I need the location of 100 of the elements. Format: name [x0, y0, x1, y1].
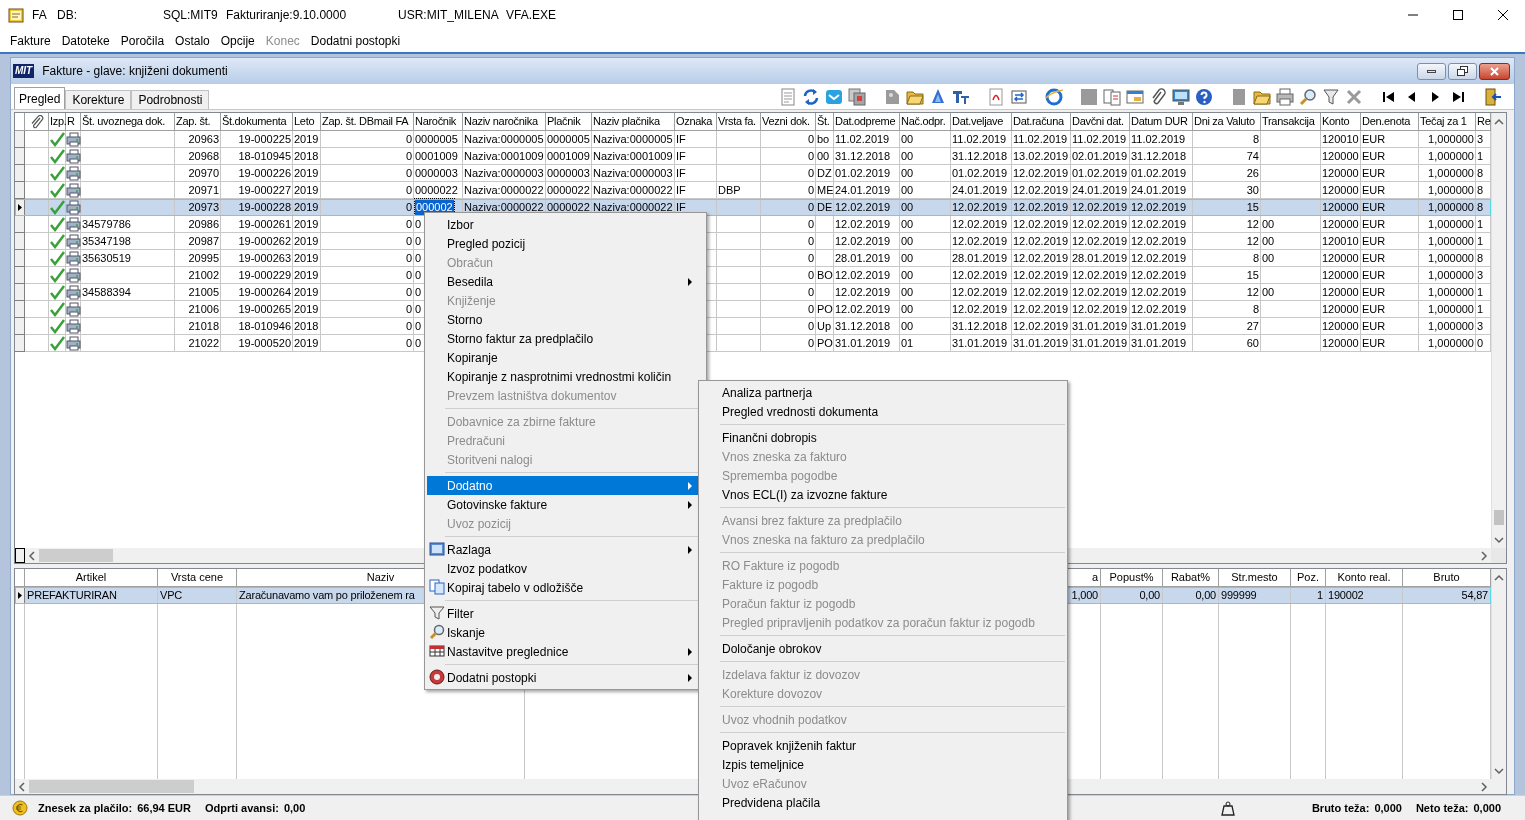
- column-header[interactable]: Bruto: [1433, 569, 1460, 586]
- column-header[interactable]: R: [67, 113, 75, 130]
- vertical-scrollbar[interactable]: [1491, 113, 1506, 548]
- swap-icon[interactable]: [1010, 88, 1028, 106]
- column-header[interactable]: Datum DUR: [1131, 113, 1188, 130]
- menu-item[interactable]: Poročila: [120, 32, 165, 50]
- scroll-right-icon[interactable]: [1480, 550, 1488, 561]
- page-icon[interactable]: [987, 88, 1005, 106]
- table-row[interactable]: 20971 19-000227 2019 0 0000022 Naziva:0000022 0000022 Naziva:0000022 IF DBP 0 ME24.01.2019 00 24.01.2019 12.02.2019 24.01.2019 24.01.2019 30 120000 EUR 1,000000 8: [15, 182, 1491, 199]
- column-header[interactable]: Re: [1477, 113, 1491, 130]
- table-row[interactable]: 20963 19-000225 2019 0 0000005 Naziva:0000005 0000005 Naziva:0000005 IF 0 bo 11.02.2019 00 11.02.2019 11.02.2019 11.02.2019 11.02.2019 8 120010 EUR 1,000000 3: [15, 131, 1491, 148]
- folder-icon[interactable]: [906, 88, 924, 106]
- search-icon[interactable]: [1299, 88, 1317, 106]
- menu-item[interactable]: Opcije: [220, 32, 255, 50]
- tab[interactable]: Korekture: [65, 90, 132, 109]
- menu-item[interactable]: Kopiranje z nasprotnimi vrednostmi količin: [427, 367, 704, 386]
- column-header[interactable]: Dat.odpreme: [835, 113, 896, 130]
- vertical-scrollbar[interactable]: [1491, 569, 1506, 779]
- column-header[interactable]: Konto: [1322, 113, 1350, 130]
- tab[interactable]: Podrobnosti: [131, 90, 210, 109]
- menu-item[interactable]: Vnos ECL(I) za izvozne fakture: [701, 485, 1065, 504]
- column-header[interactable]: Izp.: [50, 113, 67, 130]
- column-header[interactable]: a: [1091, 569, 1098, 586]
- pages-icon[interactable]: [1103, 88, 1121, 106]
- column-header[interactable]: Vezni dok.: [762, 113, 810, 130]
- column-header[interactable]: Naziv plačnika: [593, 113, 660, 130]
- menu-item[interactable]: Datoteke: [61, 32, 110, 50]
- menu-item[interactable]: Finančni dobropis: [701, 428, 1065, 447]
- column-header[interactable]: Naziv: [366, 569, 395, 586]
- maximize-icon[interactable]: [1452, 10, 1463, 20]
- column-header[interactable]: Tečaj za 1: [1420, 113, 1467, 130]
- size-icon[interactable]: [952, 88, 970, 106]
- row-header[interactable]: [15, 587, 25, 604]
- column-header[interactable]: Den.enota: [1362, 113, 1411, 130]
- drop-icon[interactable]: [929, 88, 947, 106]
- minimize-button[interactable]: [1417, 62, 1446, 80]
- scroll-thumb[interactable]: [1494, 510, 1504, 525]
- column-header[interactable]: Davčni dat.: [1072, 113, 1124, 130]
- column-header[interactable]: Leto: [294, 113, 315, 130]
- table-row[interactable]: 20970 19-000226 2019 0 0000003 Naziva:0000003 0000003 Naziva:0000003 IF 0 DZ 01.02.2019 00 01.02.2019 12.02.2019 01.02.2019 01.02.2019 26 120000 EUR 1,000000 8: [15, 165, 1491, 182]
- refresh-icon[interactable]: [802, 88, 820, 106]
- column-header[interactable]: Str.mesto: [1231, 569, 1278, 586]
- row-header[interactable]: [15, 199, 25, 216]
- scroll-down-icon[interactable]: [1494, 766, 1504, 775]
- menu-item[interactable]: Določanje obrokov: [701, 639, 1065, 658]
- column-header[interactable]: Transakcija: [1262, 113, 1315, 130]
- close-icon[interactable]: [1497, 10, 1508, 20]
- column-header[interactable]: Poz.: [1297, 569, 1319, 586]
- column-header[interactable]: Naročnik: [415, 113, 456, 130]
- help-icon[interactable]: [1195, 88, 1213, 106]
- scroll-up-icon[interactable]: [1494, 573, 1504, 582]
- column-header[interactable]: Zap. št.: [176, 113, 211, 130]
- menu-item[interactable]: Analiza partnerja: [701, 383, 1065, 402]
- column-header[interactable]: Dat.računa: [1013, 113, 1064, 130]
- scroll-thumb[interactable]: [39, 549, 113, 562]
- column-header[interactable]: Vrsta fa.: [718, 113, 756, 130]
- column-header[interactable]: Zap. št. DBmail FA: [322, 113, 409, 130]
- scroll-up-icon[interactable]: [1494, 117, 1504, 126]
- envelope-icon[interactable]: [825, 88, 843, 106]
- table-row[interactable]: 20973 19-000228 2019 0 000002 Naziva:0000022 0000022 Naziva:0000022 IF 0 DE 12.02.2019 00 12.02.2019 12.02.2019 12.02.2019 12.02.2019 15 120000 EUR 1,000000 8: [15, 199, 1491, 216]
- menu-item[interactable]: Popravek knjiženih faktur: [701, 736, 1065, 755]
- menu-item[interactable]: Pregled pozicij: [427, 234, 704, 253]
- scroll-thumb[interactable]: [29, 780, 194, 793]
- menu-item[interactable]: Dodatni postopki: [310, 32, 401, 50]
- column-header[interactable]: Št.: [817, 113, 830, 130]
- stack-icon[interactable]: [848, 88, 866, 106]
- folder-icon[interactable]: [1253, 88, 1271, 106]
- tag-icon[interactable]: [883, 88, 901, 106]
- column-header[interactable]: Popust%: [1109, 569, 1154, 586]
- column-header[interactable]: Naziv naročnika: [464, 113, 538, 130]
- restore-button[interactable]: [1448, 62, 1477, 80]
- scroll-left-icon[interactable]: [18, 781, 26, 792]
- menu-item[interactable]: Izbor: [427, 215, 704, 234]
- monitor-icon[interactable]: [1172, 88, 1190, 106]
- table-row[interactable]: 20968 18-010945 2018 0 0001009 Naziva:0001009 0001009 Naziva:0001009 IF 0 00 31.12.2018 00 31.12.2018 13.02.2019 02.01.2019 31.12.2018 74 120000 EUR 1,000000 1: [15, 148, 1491, 165]
- column-header[interactable]: Št.dokumenta: [222, 113, 287, 130]
- column-header[interactable]: Konto real.: [1337, 569, 1391, 586]
- column-header[interactable]: Dni za Valuto: [1194, 113, 1255, 130]
- scroll-left-icon[interactable]: [28, 550, 36, 561]
- menu-item[interactable]: Fakture: [10, 32, 51, 50]
- globe-icon[interactable]: [1045, 88, 1063, 106]
- menu-item[interactable]: Ostalo: [175, 32, 210, 50]
- column-header[interactable]: Nač.odpr.: [901, 113, 946, 130]
- window-icon[interactable]: [1126, 88, 1144, 106]
- filter-icon[interactable]: [1322, 88, 1340, 106]
- column-header[interactable]: Plačnik: [547, 113, 581, 130]
- column-header[interactable]: Oznaka: [676, 113, 713, 130]
- printer-icon[interactable]: [1276, 88, 1294, 106]
- close-button[interactable]: [1479, 62, 1510, 80]
- scroll-right-icon[interactable]: [1480, 781, 1488, 792]
- square-icon[interactable]: [1080, 88, 1098, 106]
- column-header[interactable]: Rabat%: [1170, 569, 1211, 586]
- column-header[interactable]: Št. uvoznega dok.: [82, 113, 165, 130]
- menu-item[interactable]: Predvidena plačila: [701, 793, 1065, 812]
- menu-item[interactable]: Izpis temeljnice: [701, 755, 1065, 774]
- column-header[interactable]: Vrsta cene: [170, 569, 224, 586]
- column-header[interactable]: Artikel: [75, 569, 107, 586]
- tab[interactable]: Pregled: [14, 87, 66, 109]
- menu-item[interactable]: Pregled vrednosti dokumenta: [701, 402, 1065, 421]
- scroll-down-icon[interactable]: [1494, 535, 1504, 544]
